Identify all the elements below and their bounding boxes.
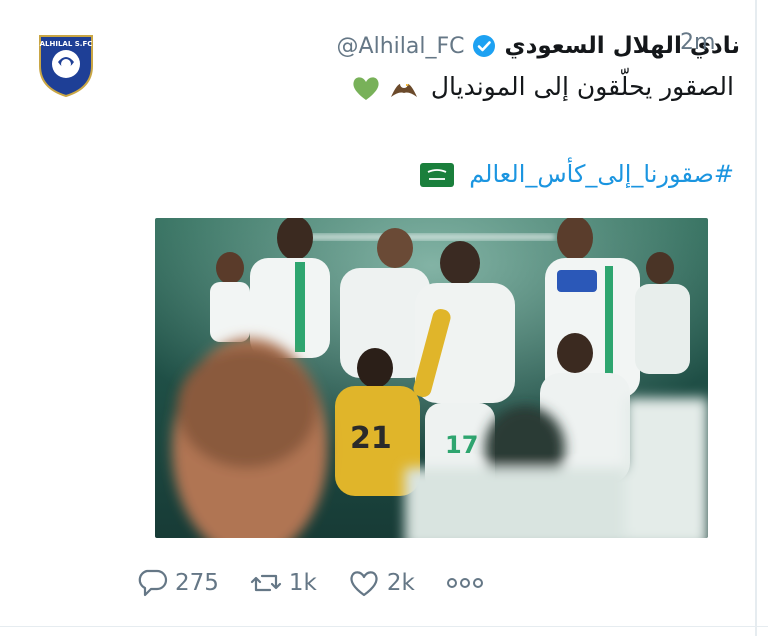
tweet-header: نادي الهلال السعودي @Alhilal_FC (130, 28, 740, 64)
alhilal-logo-icon: ALHILAL S.FC (39, 35, 93, 98)
hashtag-line: #صقورنا_إلى_كأس_العالم (130, 160, 734, 188)
user-handle[interactable]: @Alhilal_FC (337, 34, 465, 59)
more-button[interactable] (445, 573, 485, 593)
retweet-button[interactable]: 1k (249, 566, 317, 600)
timestamp[interactable]: 2m (680, 30, 715, 55)
team-celebration-photo: 21 17 (155, 218, 708, 538)
hashtag-link[interactable]: #صقورنا_إلى_كأس_العالم (469, 160, 734, 188)
like-count: 2k (386, 570, 415, 596)
avatar-logo-text: ALHILAL S.FC (40, 40, 93, 48)
svg-text:21: 21 (350, 421, 392, 456)
retweet-count: 1k (288, 570, 317, 596)
svg-text:17: 17 (445, 431, 478, 459)
reply-button[interactable]: 275 (135, 566, 219, 600)
heart-icon (350, 571, 378, 597)
green-heart-emoji-icon (353, 77, 379, 100)
timeline-border (755, 0, 757, 636)
more-icon (446, 578, 483, 588)
saudi-flag-emoji-icon (419, 163, 454, 187)
tweet-divider (0, 626, 768, 627)
avatar[interactable]: ALHILAL S.FC (34, 30, 98, 98)
tweet-actions: 275 1k 2k (135, 563, 515, 603)
verified-badge-icon (473, 35, 496, 57)
retweet-icon (250, 574, 282, 592)
tweet-photo[interactable]: 21 17 (155, 218, 708, 538)
reply-count: 275 (175, 570, 219, 596)
like-button[interactable]: 2k (347, 566, 415, 600)
eagle-emoji-icon (390, 80, 417, 97)
tweet-text-body: الصقور يحلّقون إلى المونديال (430, 72, 734, 101)
tweet-text: الصقور يحلّقون إلى المونديال (130, 72, 734, 102)
reply-icon (138, 569, 168, 597)
